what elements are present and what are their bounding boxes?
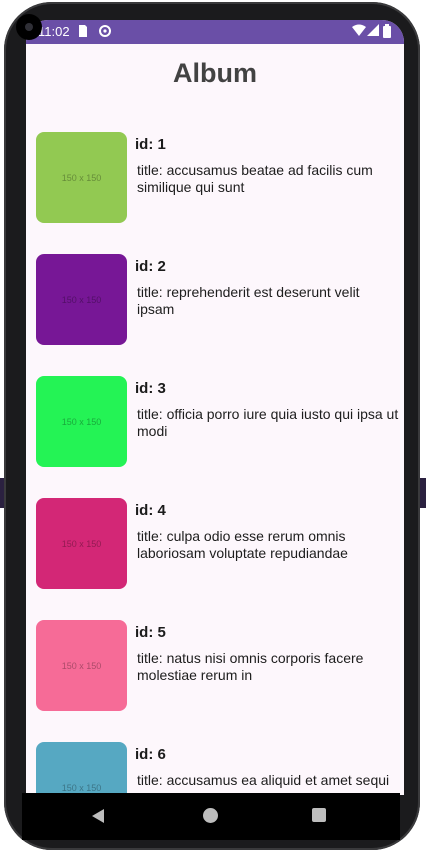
sim-card-icon	[78, 24, 88, 41]
item-id: id: 3	[135, 380, 166, 397]
phone-frame: 11:02 Album 150 x 150 id: 1 title: accus…	[4, 2, 420, 850]
album-thumbnail: 150 x 150	[36, 132, 127, 223]
thumbnail-label: 150 x 150	[61, 538, 102, 549]
status-bar: 11:02	[26, 20, 404, 44]
item-title: title: culpa odio esse rerum omnis labor…	[137, 528, 348, 561]
album-thumbnail: 150 x 150	[36, 498, 127, 589]
item-id: id: 1	[135, 136, 166, 153]
album-thumbnail: 150 x 150	[36, 620, 127, 711]
item-id: id: 5	[135, 624, 166, 641]
list-item[interactable]: 150 x 150 id: 6 title: accusamus ea aliq…	[26, 742, 404, 795]
signal-icon	[367, 24, 379, 39]
thumbnail-label: 150 x 150	[61, 416, 102, 427]
album-thumbnail: 150 x 150	[36, 376, 127, 467]
status-time: 11:02	[38, 24, 70, 39]
home-icon[interactable]	[203, 808, 218, 823]
navigation-bar	[22, 793, 400, 840]
album-thumbnail: 150 x 150	[36, 254, 127, 345]
camera-cutout	[16, 14, 42, 40]
thumbnail-label: 150 x 150	[61, 172, 102, 183]
item-id: id: 2	[135, 258, 166, 275]
thumbnail-label: 150 x 150	[61, 294, 102, 305]
thumbnail-label: 150 x 150	[61, 782, 102, 793]
data-saver-icon	[98, 24, 112, 41]
thumbnail-label: 150 x 150	[61, 660, 102, 671]
list-item[interactable]: 150 x 150 id: 4 title: culpa odio esse r…	[26, 498, 404, 590]
app-screen: 11:02 Album 150 x 150 id: 1 title: accus…	[26, 20, 404, 795]
item-title: title: reprehenderit est deserunt velit …	[137, 284, 360, 317]
album-thumbnail: 150 x 150	[36, 742, 127, 795]
page-title: Album	[173, 58, 257, 88]
list-item[interactable]: 150 x 150 id: 1 title: accusamus beatae …	[26, 132, 404, 224]
item-title: title: accusamus beatae ad facilis cum s…	[137, 162, 373, 195]
back-icon[interactable]	[92, 809, 104, 823]
wifi-icon	[352, 24, 366, 39]
list-item[interactable]: 150 x 150 id: 3 title: officia porro iur…	[26, 376, 404, 468]
list-item[interactable]: 150 x 150 id: 2 title: reprehenderit est…	[26, 254, 404, 346]
list-item[interactable]: 150 x 150 id: 5 title: natus nisi omnis …	[26, 620, 404, 712]
item-title: title: natus nisi omnis corporis facere …	[137, 650, 364, 683]
battery-icon	[383, 24, 391, 41]
item-id: id: 4	[135, 502, 166, 519]
camera-lens-icon	[25, 23, 33, 31]
item-title: title: officia porro iure quia iusto qui…	[137, 406, 399, 439]
recent-apps-icon[interactable]	[312, 808, 326, 822]
item-id: id: 6	[135, 746, 166, 763]
item-title: title: accusamus ea aliquid et amet sequ…	[137, 772, 390, 795]
